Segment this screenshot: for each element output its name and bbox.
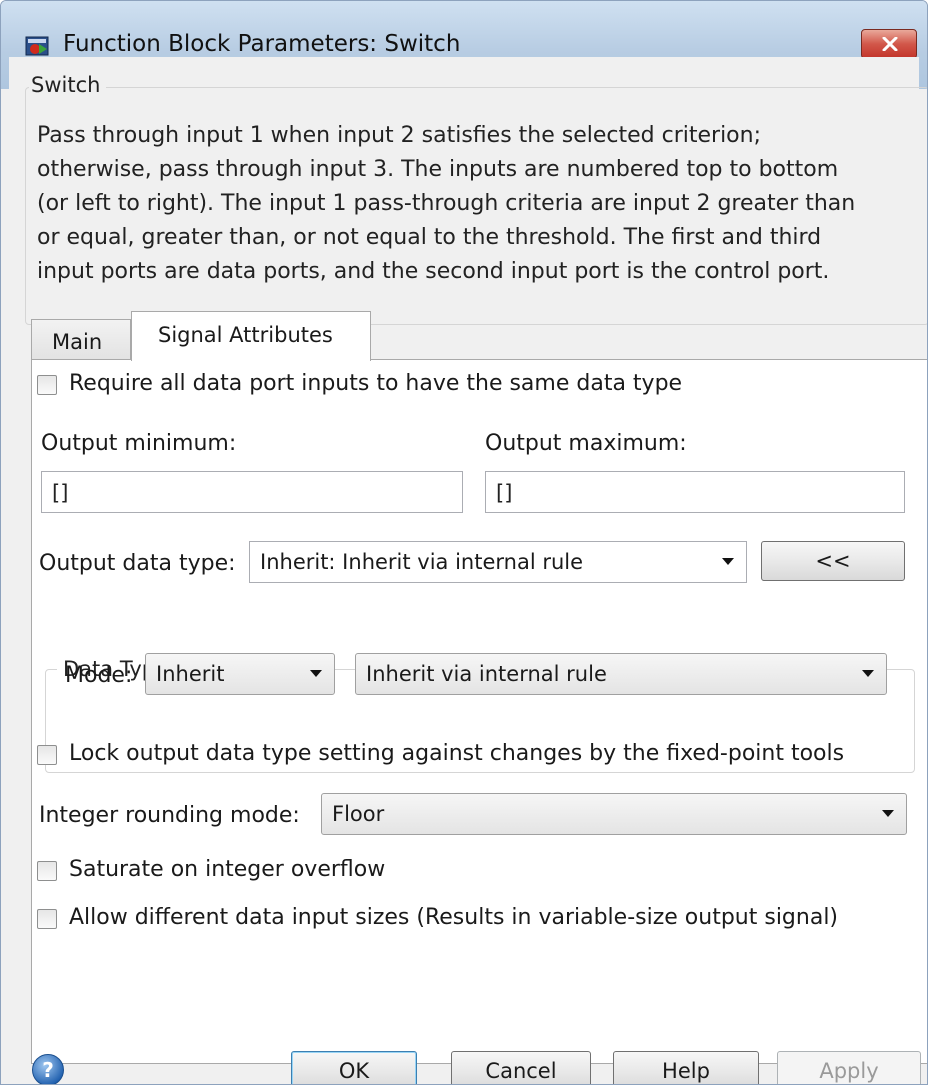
lock-output-label: Lock output data type setting against ch… — [69, 741, 845, 766]
close-button[interactable] — [861, 29, 917, 59]
inherit-rule-select[interactable]: Inherit via internal rule — [355, 653, 887, 695]
output-maximum-field[interactable] — [485, 471, 905, 513]
dialog-window: Function Block Parameters: Switch Switch… — [0, 0, 928, 1085]
description-line: (or left to right). The input 1 pass-thr… — [37, 191, 856, 216]
mode-select[interactable]: Inherit — [145, 653, 335, 695]
apply-button[interactable]: Apply — [777, 1051, 921, 1084]
description-group-label: Switch — [29, 73, 107, 97]
simulink-block-icon — [25, 36, 49, 56]
saturate-label: Saturate on integer overflow — [69, 857, 386, 882]
allow-different-sizes-checkbox[interactable] — [37, 909, 57, 929]
help-button[interactable]: Help — [613, 1051, 759, 1084]
integer-rounding-label: Integer rounding mode: — [39, 803, 300, 828]
chevron-down-icon — [310, 670, 322, 677]
mode-label: Mode: — [65, 663, 133, 688]
cancel-button[interactable]: Cancel — [451, 1051, 591, 1084]
chevron-down-icon — [722, 558, 734, 565]
integer-rounding-value: Floor — [332, 802, 385, 826]
description-line: or equal, greater than, or not equal to … — [37, 225, 822, 250]
dialog-client: Switch Pass through input 1 when input 2… — [9, 57, 927, 1082]
chevron-down-icon — [882, 810, 894, 817]
block-description: Pass through input 1 when input 2 satisf… — [37, 119, 917, 289]
output-data-type-label: Output data type: — [39, 551, 236, 576]
integer-rounding-select[interactable]: Floor — [321, 793, 907, 835]
tab-main-label: Main — [52, 330, 103, 354]
window-title: Function Block Parameters: Switch — [63, 31, 461, 57]
output-maximum-input[interactable] — [494, 480, 875, 506]
data-type-assistant-toggle-button[interactable]: << — [761, 541, 905, 581]
help-icon[interactable]: ? — [31, 1053, 65, 1085]
output-data-type-combo[interactable]: Inherit: Inherit via internal rule — [249, 541, 747, 583]
description-line: Pass through input 1 when input 2 satisf… — [37, 123, 762, 148]
svg-text:?: ? — [42, 1058, 54, 1082]
tab-signal-attributes[interactable]: Signal Attributes — [131, 311, 371, 361]
description-line: input ports are data ports, and the seco… — [37, 259, 830, 284]
require-same-type-checkbox[interactable] — [37, 375, 57, 395]
saturate-checkbox[interactable] — [37, 861, 57, 881]
tab-main[interactable]: Main — [31, 319, 131, 359]
output-minimum-input[interactable] — [50, 480, 432, 506]
output-data-type-value: Inherit: Inherit via internal rule — [260, 550, 584, 574]
allow-different-sizes-label: Allow different data input sizes (Result… — [69, 905, 839, 930]
lock-output-checkbox[interactable] — [37, 745, 57, 765]
description-line: otherwise, pass through input 3. The inp… — [37, 157, 839, 182]
tab-signal-attributes-label: Signal Attributes — [158, 323, 333, 347]
close-icon — [882, 37, 898, 51]
output-minimum-label: Output minimum: — [41, 431, 237, 456]
output-maximum-label: Output maximum: — [485, 431, 687, 456]
chevron-down-icon — [862, 670, 874, 677]
inherit-rule-value: Inherit via internal rule — [366, 662, 607, 686]
mode-value: Inherit — [156, 662, 225, 686]
require-same-type-label: Require all data port inputs to have the… — [69, 371, 683, 396]
output-minimum-field[interactable] — [41, 471, 463, 513]
ok-button[interactable]: OK — [291, 1051, 417, 1084]
